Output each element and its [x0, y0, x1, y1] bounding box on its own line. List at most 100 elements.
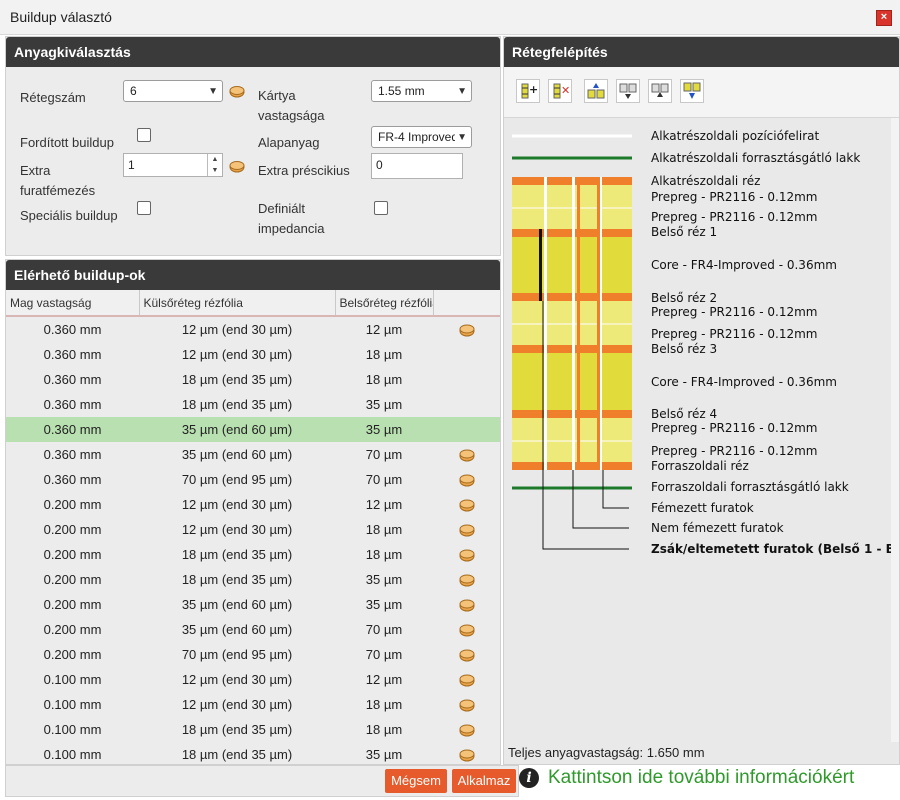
price-coin-icon — [459, 449, 474, 462]
cell-core: 0.360 mm — [43, 397, 102, 412]
cell-core: 0.200 mm — [43, 647, 102, 662]
table-row[interactable]: 0.360 mm 12 µm (end 30 µm) 12 µm — [6, 316, 500, 342]
defined-impedance-checkbox[interactable] — [374, 201, 388, 215]
remove-layer-icon[interactable]: ✕ — [548, 79, 572, 103]
move-up-icon[interactable] — [584, 79, 608, 103]
cell-core: 0.200 mm — [43, 522, 102, 537]
cell-price — [433, 417, 500, 442]
cell-inner: 18 µm — [365, 347, 403, 362]
move-down-alt-icon[interactable] — [648, 79, 672, 103]
card-thickness-select[interactable]: 1.55 mm ▼ — [371, 80, 472, 102]
table-row[interactable]: 0.200 mm 18 µm (end 35 µm) 35 µm — [6, 567, 500, 592]
cell-price — [433, 517, 500, 542]
close-icon[interactable]: × — [876, 10, 892, 26]
extra-press-input[interactable]: 0 — [371, 153, 463, 179]
cell-outer: 18 µm (end 35 µm) — [181, 572, 293, 587]
column-header — [433, 290, 500, 317]
table-row[interactable]: 0.200 mm 18 µm (end 35 µm) 18 µm — [6, 542, 500, 567]
cell-inner: 12 µm — [365, 497, 403, 512]
table-row[interactable]: 0.360 mm 35 µm (end 60 µm) 35 µm — [6, 417, 500, 442]
cell-inner: 18 µm — [365, 372, 403, 387]
table-row[interactable]: 0.100 mm 12 µm (end 30 µm) 18 µm — [6, 692, 500, 717]
price-coin-icon — [459, 724, 474, 737]
hole-gap — [572, 177, 575, 470]
table-row[interactable]: 0.360 mm 35 µm (end 60 µm) 70 µm — [6, 442, 500, 467]
cell-price — [433, 442, 500, 467]
special-buildup-checkbox[interactable] — [137, 201, 151, 215]
chevron-down-icon: ▼ — [455, 127, 467, 147]
column-header[interactable]: Mag vastagság — [6, 290, 140, 317]
layer-count-label: Rétegszám — [20, 90, 86, 105]
cell-outer: 35 µm (end 60 µm) — [181, 597, 293, 612]
column-header[interactable]: Külsőréteg rézfólia — [139, 290, 336, 317]
cell-price — [433, 742, 500, 764]
price-coin-icon — [459, 499, 474, 512]
move-down-icon[interactable] — [616, 79, 640, 103]
layer-label: Prepreg - PR2116 - 0.12mm — [651, 210, 818, 224]
stackup-panel-title: Rétegfelépítés — [504, 37, 899, 67]
vertical-scrollbar[interactable] — [891, 118, 899, 742]
blind-via — [539, 229, 542, 301]
blind-via-gap — [545, 229, 547, 301]
cell-core: 0.200 mm — [43, 622, 102, 637]
cell-outer: 35 µm (end 60 µm) — [181, 447, 293, 462]
table-row[interactable]: 0.100 mm 18 µm (end 35 µm) 18 µm — [6, 717, 500, 742]
cell-inner: 18 µm — [365, 522, 403, 537]
layer-label: Prepreg - PR2116 - 0.12mm — [651, 421, 818, 435]
apply-button[interactable]: Alkalmaz — [452, 769, 516, 793]
layer-count-value: 6 — [130, 84, 137, 98]
layer-count-select[interactable]: 6 ▼ — [123, 80, 223, 102]
table-row[interactable]: 0.360 mm 18 µm (end 35 µm) 18 µm — [6, 367, 500, 392]
cell-price — [433, 617, 500, 642]
stepper-arrows[interactable]: ▲ ▼ — [207, 154, 222, 176]
table-row[interactable]: 0.200 mm 12 µm (end 30 µm) 12 µm — [6, 492, 500, 517]
card-thickness-label: Kártya vastagsága — [258, 88, 325, 123]
table-row[interactable]: 0.200 mm 35 µm (end 60 µm) 35 µm — [6, 592, 500, 617]
cell-price — [433, 467, 500, 492]
table-row[interactable]: 0.360 mm 12 µm (end 30 µm) 18 µm — [6, 342, 500, 367]
swap-icon[interactable] — [680, 79, 704, 103]
table-row[interactable]: 0.200 mm 12 µm (end 30 µm) 18 µm — [6, 517, 500, 542]
cell-outer: 35 µm (end 60 µm) — [139, 417, 335, 442]
window-title: Buildup választó — [10, 9, 112, 25]
more-info-link[interactable]: Kattintson ide további információkért — [548, 767, 854, 789]
special-buildup-label: Speciális buildup — [20, 208, 118, 223]
stepper-up-icon[interactable]: ▲ — [208, 154, 222, 165]
table-row[interactable]: 0.100 mm 18 µm (end 35 µm) 35 µm — [6, 742, 500, 764]
extra-plating-stepper[interactable]: 1 ▲ ▼ — [123, 153, 223, 177]
cell-core: 0.100 mm — [43, 722, 102, 737]
table-row[interactable]: 0.360 mm 70 µm (end 95 µm) 70 µm — [6, 467, 500, 492]
table-row[interactable]: 0.200 mm 35 µm (end 60 µm) 70 µm — [6, 617, 500, 642]
layer-label: Alkatrészoldali forrasztásgátló lakk — [651, 151, 860, 165]
cell-inner: 70 µm — [365, 622, 403, 637]
column-header[interactable]: Belsőréteg rézfólia — [335, 290, 434, 317]
card-thickness-value: 1.55 mm — [378, 84, 425, 98]
layer-label: Alkatrészoldali pozíciófelirat — [651, 129, 820, 143]
cancel-button[interactable]: Mégsem — [385, 769, 447, 793]
cell-inner: 35 µm — [365, 597, 403, 612]
cell-inner: 70 µm — [365, 472, 403, 487]
cell-inner: 12 µm — [365, 672, 403, 687]
layer-label: Alkatrészoldali réz — [651, 174, 760, 188]
cell-outer: 18 µm (end 35 µm) — [181, 722, 293, 737]
layer-label: Nem fémezett furatok — [651, 521, 784, 535]
plated-hole-wall — [577, 177, 580, 470]
cell-price — [433, 342, 500, 367]
base-material-select[interactable]: FR-4 Improved ▼ — [371, 126, 472, 148]
add-layer-icon[interactable]: + — [516, 79, 540, 103]
table-row[interactable]: 0.360 mm 18 µm (end 35 µm) 35 µm — [6, 392, 500, 417]
table-row[interactable]: 0.100 mm 12 µm (end 30 µm) 12 µm — [6, 667, 500, 692]
layer-label: Belső réz 4 — [651, 407, 717, 421]
extra-press-value: 0 — [376, 158, 383, 172]
base-material-label: Alapanyag — [258, 135, 320, 150]
cell-outer: 18 µm (end 35 µm) — [181, 747, 293, 762]
stepper-down-icon[interactable]: ▼ — [208, 165, 222, 176]
reversed-buildup-checkbox[interactable] — [137, 128, 151, 142]
price-coin-icon — [459, 324, 474, 337]
info-icon[interactable]: i — [519, 768, 539, 788]
table-row[interactable]: 0.200 mm 70 µm (end 95 µm) 70 µm — [6, 642, 500, 667]
cell-inner: 70 µm — [365, 647, 403, 662]
chevron-down-icon: ▼ — [457, 86, 467, 97]
stackup-panel: Rétegfelépítés + ✕ Alkatrészoldali pozíc… — [503, 36, 900, 765]
cell-core: 0.100 mm — [43, 697, 102, 712]
